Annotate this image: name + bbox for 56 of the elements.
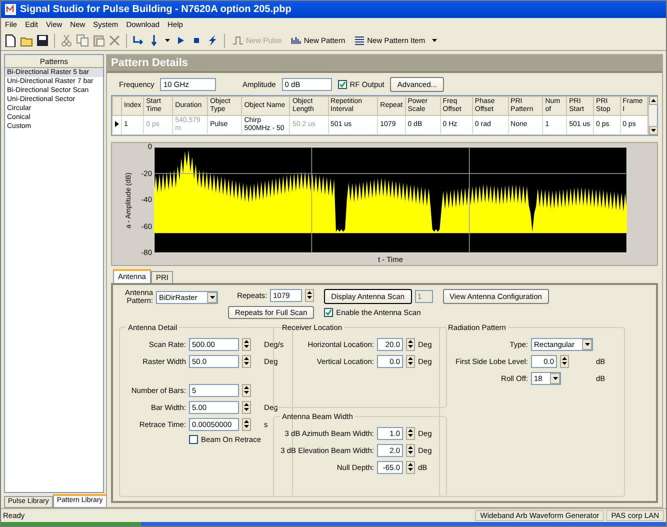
up-arrow-icon [561, 356, 568, 361]
up-arrow-icon [407, 445, 414, 450]
section-title: Pattern Details [111, 57, 188, 69]
down-arrow-icon [407, 361, 414, 366]
window-title: Signal Studio for Pulse Building - N7620A option 205.pbp [20, 4, 292, 15]
up-arrow-icon [243, 356, 250, 361]
spinner-buttons[interactable] [242, 401, 251, 414]
down-arrow-icon [243, 390, 250, 395]
save-icon[interactable] [36, 34, 49, 48]
down-arrow-icon [243, 424, 250, 429]
checkbox[interactable] [324, 308, 334, 317]
spinner-buttons[interactable] [406, 355, 415, 368]
spinner-buttons[interactable] [560, 355, 569, 368]
spinner-buttons[interactable] [406, 444, 415, 457]
down-arrow-icon [407, 467, 414, 472]
down-arrow-icon [407, 433, 414, 438]
spinner-buttons[interactable] [406, 461, 415, 474]
up-arrow-icon [243, 385, 250, 390]
up-arrow-icon [407, 428, 414, 433]
down-arrow-icon [651, 129, 656, 132]
spinner-buttons[interactable] [242, 338, 251, 351]
up-arrow-icon [243, 419, 250, 424]
up-arrow-icon [243, 402, 250, 407]
step-arrow-icon[interactable] [132, 34, 145, 48]
checkbox[interactable] [189, 435, 198, 444]
spinner-buttons[interactable] [406, 338, 415, 351]
up-arrow-icon [407, 462, 414, 467]
new-file-icon[interactable] [4, 34, 17, 48]
scroll-up-button[interactable] [649, 96, 658, 105]
spinner-buttons[interactable] [305, 289, 314, 302]
up-arrow-icon [651, 99, 656, 102]
pulse-icon [233, 35, 244, 46]
caret-icon [584, 343, 590, 346]
checkbox[interactable] [338, 80, 347, 88]
down-arrow-icon [243, 361, 250, 366]
pattern-icon [290, 35, 302, 46]
list-icon [354, 35, 366, 46]
caret-icon [210, 296, 214, 298]
down-arrow-icon [243, 407, 250, 412]
down-arrow-icon [306, 295, 314, 300]
spinner-buttons[interactable] [242, 355, 251, 368]
down-arrow-icon [407, 450, 414, 455]
down-arrow-icon [407, 344, 414, 349]
down-arrow-icon [243, 344, 250, 349]
up-arrow-icon [243, 339, 250, 344]
up-arrow-icon [407, 356, 414, 361]
spinner-buttons[interactable] [242, 418, 251, 431]
caret-icon [552, 377, 558, 380]
down-arrow-icon [561, 361, 568, 366]
up-arrow-icon [306, 290, 314, 295]
scroll-down-button[interactable] [649, 126, 658, 135]
row-pointer-icon [115, 120, 119, 126]
app-icon [5, 4, 16, 15]
spinner-buttons[interactable] [406, 427, 415, 440]
spinner-buttons[interactable] [242, 384, 251, 397]
up-arrow-icon [407, 339, 414, 344]
